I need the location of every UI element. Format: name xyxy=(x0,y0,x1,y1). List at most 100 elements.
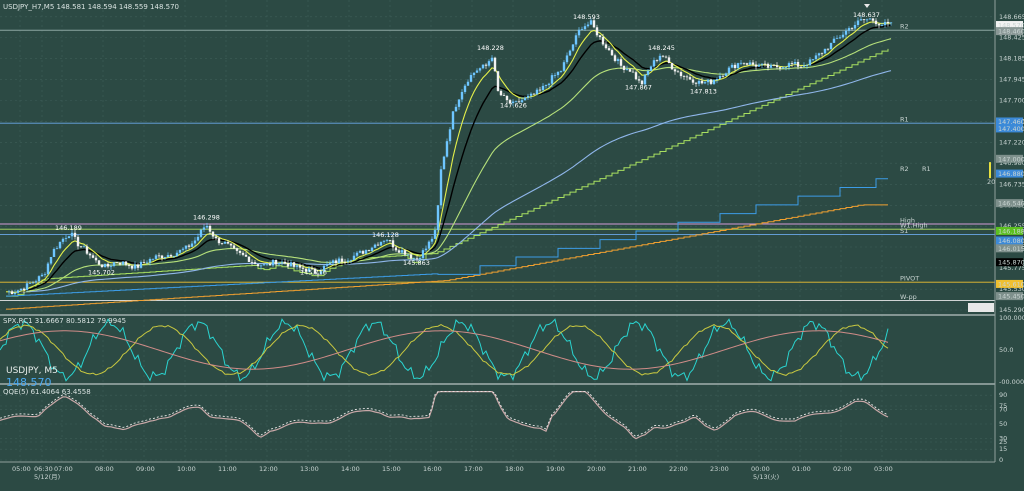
level-label: R1 xyxy=(922,165,931,173)
level-label: W-pp xyxy=(900,293,917,301)
price-tag-label: 146.080 xyxy=(998,237,1024,245)
main-chart-title: USDJPY_H7,M5 148.581 148.594 148.559 148… xyxy=(3,3,179,11)
candle-body xyxy=(79,246,83,248)
candle-body xyxy=(169,255,173,257)
candle-body xyxy=(286,263,290,267)
swing-price-label: 146.128 xyxy=(372,231,399,239)
candle-body xyxy=(856,20,860,26)
swing-price-label: 147.867 xyxy=(625,83,652,91)
candle-body xyxy=(397,250,401,253)
candle-body xyxy=(865,19,869,21)
candle-body xyxy=(502,95,506,96)
candle-body xyxy=(604,44,608,49)
price-tick: 147.945 xyxy=(999,75,1024,83)
candle-body xyxy=(820,53,824,55)
candle-body xyxy=(487,61,491,66)
candle-body xyxy=(775,65,779,68)
level-label: R2 xyxy=(900,23,909,31)
price-tag-label: 145.870 xyxy=(998,259,1024,267)
candle-body xyxy=(649,66,653,71)
candle-body xyxy=(43,274,47,276)
candle-body xyxy=(781,67,785,69)
time-tick: 02:00 xyxy=(833,465,852,473)
candle-body xyxy=(700,80,704,84)
candle-body xyxy=(433,230,437,239)
time-tick: 12:00 xyxy=(259,465,278,473)
price-tag-label: 145.610 xyxy=(998,280,1024,288)
candle-body xyxy=(241,252,245,255)
candle-body xyxy=(832,38,836,43)
candle-body xyxy=(616,59,620,61)
candle-body xyxy=(712,79,716,84)
candle-body xyxy=(340,258,344,262)
date-label: 5/13(火) xyxy=(753,473,779,481)
candle-body xyxy=(766,63,770,68)
candle-body xyxy=(472,72,476,76)
candle-body xyxy=(424,248,428,251)
candle-body xyxy=(259,265,263,267)
time-tick: 23:00 xyxy=(710,465,729,473)
candle-body xyxy=(427,241,431,249)
candle-body xyxy=(526,95,530,98)
candle-body xyxy=(601,37,605,45)
candle-body xyxy=(94,257,98,261)
swing-price-label: 145.863 xyxy=(403,259,430,267)
candle-body xyxy=(196,236,200,241)
time-tick: 15:00 xyxy=(382,465,401,473)
candle-body xyxy=(25,283,29,290)
time-tick: 22:00 xyxy=(669,465,688,473)
candle-body xyxy=(103,263,107,268)
time-tick: 06:30 xyxy=(34,465,53,473)
candle-body xyxy=(811,59,815,60)
swing-price-label: 147.626 xyxy=(500,102,527,110)
candle-body xyxy=(484,64,488,66)
date-label: 5/12(月) xyxy=(34,473,60,481)
qqe-title: QQE(5) 61.4064 63.4558 xyxy=(3,388,91,396)
swing-price-label: 147.813 xyxy=(690,88,717,96)
candle-body xyxy=(847,28,851,31)
trading-chart[interactable]: R2R1HighW1.HighS1PIVOTW-ppR2 R120 146.189… xyxy=(0,0,1024,491)
candle-body xyxy=(235,248,239,251)
candle-body xyxy=(841,34,845,38)
candle-body xyxy=(505,95,509,101)
candle-body xyxy=(142,262,146,263)
candle-body xyxy=(661,55,665,57)
candle-body xyxy=(214,236,218,239)
candle-body xyxy=(685,76,689,78)
candle-body xyxy=(358,251,362,253)
price-tag-label: 147.000 xyxy=(998,155,1024,163)
candle-body xyxy=(154,255,158,259)
candle-body xyxy=(223,241,227,244)
candle-body xyxy=(172,255,176,257)
candle-body xyxy=(163,257,167,259)
candle-body xyxy=(334,260,338,263)
candle-body xyxy=(97,260,101,265)
candle-body xyxy=(127,264,131,266)
swing-price-label: 145.702 xyxy=(88,268,115,276)
candle-body xyxy=(265,263,269,265)
candle-body xyxy=(343,261,347,263)
candle-body xyxy=(550,75,554,84)
candle-body xyxy=(619,59,623,66)
candle-body xyxy=(160,255,164,259)
candle-body xyxy=(346,260,350,262)
candle-body xyxy=(883,21,887,25)
candle-body xyxy=(58,241,62,249)
candle-body xyxy=(730,64,734,68)
candle-body xyxy=(250,261,254,263)
candle-body xyxy=(385,240,389,241)
candle-body xyxy=(799,66,803,68)
qqe-tick: 50 xyxy=(999,420,1007,428)
candle-body xyxy=(742,62,746,64)
candle-body xyxy=(823,48,827,54)
candle-body xyxy=(67,236,71,239)
price-overlay: 148.570 xyxy=(6,376,52,389)
candle-body xyxy=(721,75,725,77)
candle-body xyxy=(451,111,455,130)
candle-body xyxy=(652,60,656,67)
candle-body xyxy=(559,70,563,72)
candle-body xyxy=(709,79,713,84)
candle-body xyxy=(580,29,584,30)
candle-body xyxy=(439,169,443,206)
candle-body xyxy=(76,236,80,247)
